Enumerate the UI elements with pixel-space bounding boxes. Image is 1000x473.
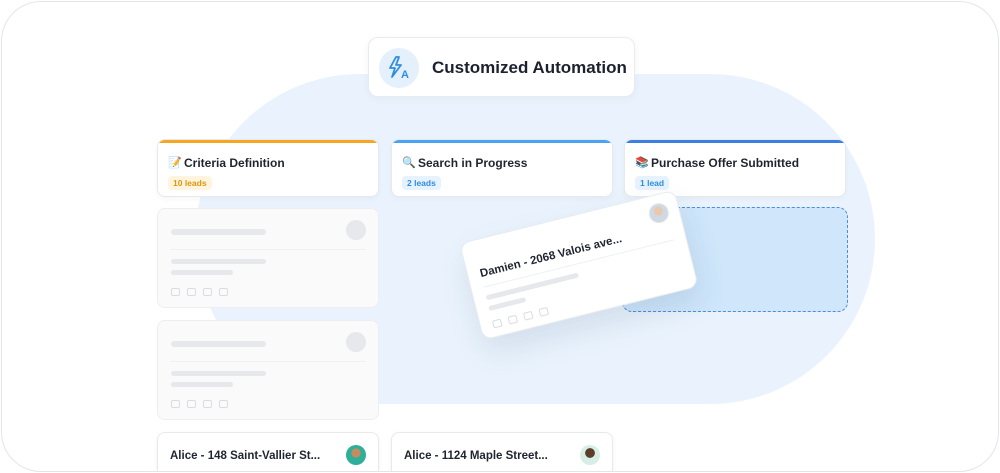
divider xyxy=(170,249,366,250)
column-criteria-definition[interactable]: 📝 Criteria Definition 10 leads xyxy=(157,139,379,197)
lead-count-badge: 10 leads xyxy=(168,176,212,190)
avatar xyxy=(580,445,600,465)
checklist-icon xyxy=(507,314,519,325)
placeholder-avatar xyxy=(346,220,366,240)
placeholder-line xyxy=(171,229,266,235)
placeholder-line xyxy=(171,382,233,387)
column-title: Purchase Offer Submitted xyxy=(651,156,800,170)
comment-icon xyxy=(171,400,180,408)
placeholder-line xyxy=(171,371,266,376)
feature-header: A Customized Automation xyxy=(368,37,635,97)
column-search-in-progress[interactable]: 🔍 Search in Progress 2 leads xyxy=(391,139,613,197)
page-frame: A Customized Automation 📝 Criteria Defin… xyxy=(1,1,999,472)
card-action-icons xyxy=(491,306,550,329)
calendar-icon xyxy=(203,288,212,296)
lead-card[interactable]: Alice - 148 Saint-Vallier St... xyxy=(157,432,379,471)
magnifier-icon: 🔍 xyxy=(402,157,416,169)
column-title: Criteria Definition xyxy=(184,156,285,170)
lead-card-title: Alice - 148 Saint-Vallier St... xyxy=(170,450,321,462)
column-purchase-offer-submitted[interactable]: 📚 Purchase Offer Submitted 1 lead xyxy=(624,139,846,197)
avatar xyxy=(346,445,366,465)
column-accent-bar xyxy=(392,140,612,143)
column-accent-bar xyxy=(625,140,845,143)
lead-card[interactable]: Alice - 1124 Maple Street... xyxy=(391,432,613,471)
document-icon xyxy=(538,306,550,317)
avatar xyxy=(646,201,671,226)
placeholder-line xyxy=(171,341,266,347)
checklist-icon xyxy=(187,400,196,408)
column-accent-bar xyxy=(158,140,378,143)
placeholder-line xyxy=(485,272,579,301)
calendar-icon xyxy=(522,310,534,321)
calendar-icon xyxy=(203,400,212,408)
document-icon xyxy=(219,288,228,296)
divider xyxy=(170,361,366,362)
card-action-icons xyxy=(171,288,228,296)
automation-bolt-a-icon: A xyxy=(379,48,419,88)
document-icon xyxy=(219,400,228,408)
svg-text:A: A xyxy=(401,69,409,81)
placeholder-line xyxy=(171,259,266,264)
comment-icon xyxy=(491,318,503,329)
lead-count-badge: 2 leads xyxy=(402,176,441,190)
books-icon: 📚 xyxy=(635,157,649,169)
placeholder-card xyxy=(157,320,379,420)
feature-title: Customized Automation xyxy=(432,58,627,77)
column-title: Search in Progress xyxy=(418,156,528,170)
placeholder-line xyxy=(171,270,233,275)
placeholder-card xyxy=(157,208,379,308)
lead-card-title: Alice - 1124 Maple Street... xyxy=(404,450,548,462)
placeholder-avatar xyxy=(346,332,366,352)
checklist-icon xyxy=(187,288,196,296)
card-action-icons xyxy=(171,400,228,408)
lead-count-badge: 1 lead xyxy=(635,176,670,190)
comment-icon xyxy=(171,288,180,296)
memo-icon: 📝 xyxy=(168,157,182,169)
placeholder-line xyxy=(488,296,527,312)
